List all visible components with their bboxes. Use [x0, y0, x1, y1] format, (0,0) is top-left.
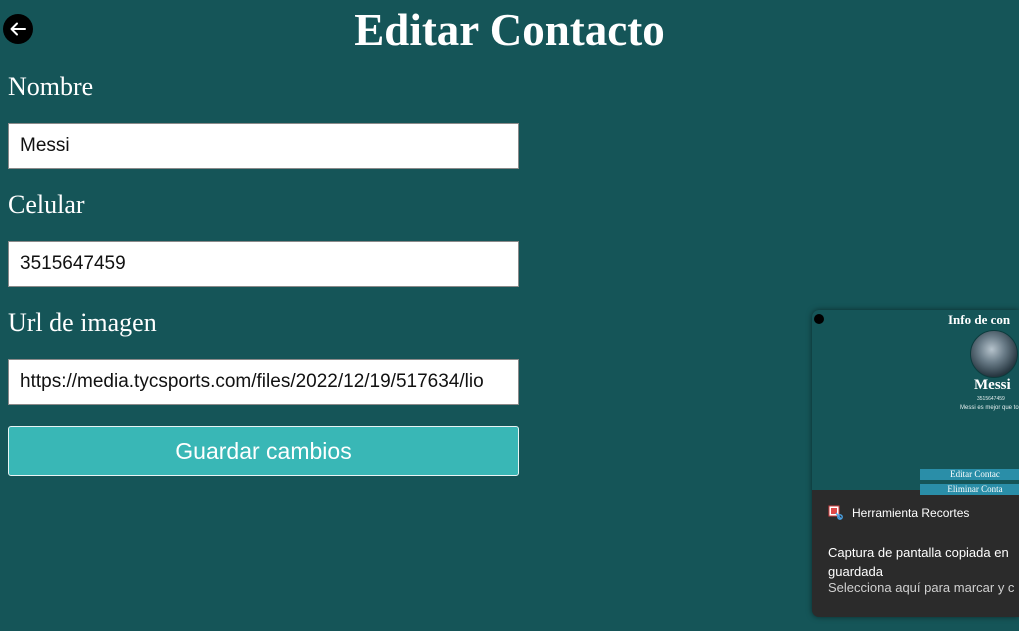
preview-delete-button: Eliminar Conta: [920, 484, 1019, 495]
celular-label: Celular: [8, 190, 85, 219]
toast-message-line1: Captura de pantalla copiada en: [828, 545, 1009, 560]
preview-phone: 3515647459: [977, 396, 1005, 402]
nombre-label: Nombre: [8, 72, 94, 101]
preview-name: Messi: [974, 377, 1011, 393]
preview-description: Messi es mejor que to: [960, 405, 1019, 411]
page-title: Editar Contacto: [354, 5, 665, 55]
preview-avatar: [970, 330, 1018, 378]
preview-back-icon: [814, 314, 824, 324]
save-button[interactable]: Guardar cambios: [8, 426, 519, 476]
toast-app-header: Herramienta Recortes: [828, 505, 969, 521]
toast-message-line2: guardada: [828, 564, 883, 579]
preview-title: Info de con: [948, 312, 1011, 327]
toast-preview[interactable]: Info de con Messi 3515647459 Messi es me…: [812, 310, 1019, 495]
toast-message: Captura de pantalla copiada en guardada: [828, 543, 1019, 581]
toast-app-name: Herramienta Recortes: [852, 506, 970, 520]
nombre-input[interactable]: [8, 123, 519, 169]
url-input[interactable]: [8, 359, 519, 405]
preview-edit-button: Editar Contac: [920, 469, 1019, 480]
url-label: Url de imagen: [8, 308, 157, 337]
toast-sub-message: Selecciona aquí para marcar y c: [828, 580, 1015, 595]
snipping-tool-icon: [828, 505, 843, 520]
screenshot-toast[interactable]: Info de con Messi 3515647459 Messi es me…: [812, 310, 1019, 617]
celular-input[interactable]: [8, 241, 519, 287]
